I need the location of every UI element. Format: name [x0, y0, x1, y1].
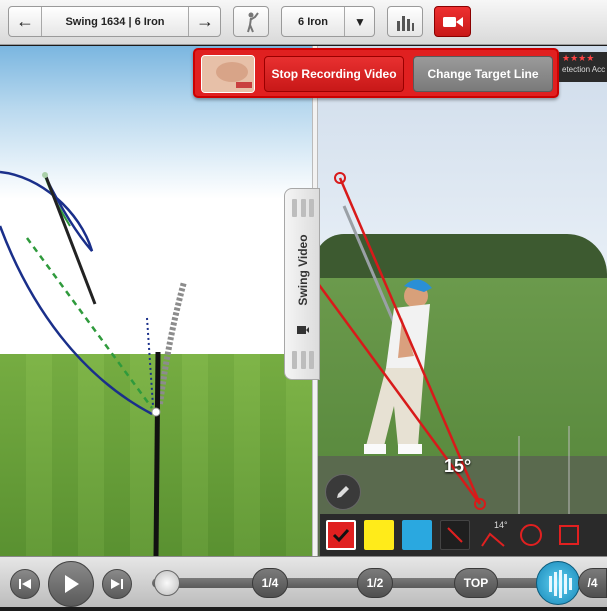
club-selector[interactable]: 6 Iron ▼ [281, 6, 375, 37]
draw-tool-button[interactable] [325, 474, 361, 510]
circle-tool-icon [520, 524, 542, 546]
next-swing-button[interactable]: → [189, 7, 221, 36]
golfer-view-button[interactable] [233, 6, 269, 37]
timeline-scrubber[interactable] [154, 570, 180, 596]
swing-title: Swing 1634 | 6 Iron [65, 15, 165, 28]
swing-navigator: ← Swing 1634 | 6 Iron → [8, 6, 221, 37]
pencil-icon [337, 486, 349, 498]
recording-thumbnail[interactable] [201, 55, 255, 93]
detection-accuracy-caption: etection Acc [562, 65, 606, 74]
circle-tool-button[interactable] [516, 520, 546, 550]
audio-marker-button[interactable] [536, 561, 580, 605]
detection-accuracy-badge: ★★★★ etection Acc [559, 52, 607, 82]
skip-back-icon [19, 579, 31, 589]
timeline-marker-top[interactable]: TOP [454, 568, 498, 598]
timeline-marker-half[interactable]: 1/2 [357, 568, 393, 598]
star-rating: ★★★★ [562, 53, 595, 63]
color-swatch-yellow[interactable] [364, 520, 394, 550]
top-toolbar: ← Swing 1634 | 6 Iron → 6 Iron ▼ [0, 0, 607, 45]
grip-handle-top[interactable] [292, 199, 314, 217]
prev-swing-button[interactable]: ← [9, 7, 41, 36]
rectangle-tool-icon [559, 525, 579, 545]
line-tool-button[interactable] [440, 520, 470, 550]
timeline-marker-right[interactable]: /4 [578, 568, 607, 598]
camera-icon [297, 326, 309, 334]
angle-tool-button[interactable]: 14° [478, 520, 508, 550]
swing-video-view[interactable]: 15° [314, 46, 607, 556]
grip-handle-bottom[interactable] [292, 351, 314, 369]
rectangle-tool-button[interactable] [554, 520, 584, 550]
drawing-palette: 14° [320, 514, 607, 556]
play-button[interactable] [48, 561, 94, 607]
swing-path-graphic [0, 170, 187, 556]
skip-back-button[interactable] [10, 569, 40, 599]
hand-thumbnail-image [202, 56, 254, 92]
video-camera-icon [442, 16, 463, 27]
playback-bar: 1/4 1/2 TOP /4 [0, 556, 607, 607]
skip-forward-button[interactable] [102, 569, 132, 599]
swing-angle-label: 15° [444, 456, 472, 476]
golfer-video-frame [314, 172, 570, 556]
swing-3d-view[interactable] [0, 46, 314, 556]
skip-forward-icon [111, 579, 123, 589]
chevron-down-icon: ▼ [354, 14, 366, 29]
stats-button[interactable] [387, 6, 423, 37]
color-swatch-blue[interactable] [402, 520, 432, 550]
swing-video-tab[interactable]: Swing Video [284, 188, 320, 380]
angle-tool-badge: 14° [494, 520, 508, 530]
play-icon [65, 575, 79, 593]
recording-toolbar: Stop Recording Video Change Target Line [193, 48, 559, 98]
color-swatch-red[interactable] [326, 520, 356, 550]
change-target-line-button[interactable]: Change Target Line [413, 56, 553, 92]
video-camera-button[interactable] [434, 6, 471, 37]
line-tool-icon [447, 527, 463, 543]
waveform-icon [549, 570, 572, 598]
bar-chart-icon [397, 15, 414, 31]
club-selector-value: 6 Iron [298, 15, 328, 28]
timeline-marker-quarter[interactable]: 1/4 [252, 568, 288, 598]
stop-recording-button[interactable]: Stop Recording Video [264, 56, 404, 92]
swing-video-tab-label: Swing Video [296, 234, 310, 306]
checkmark-icon [332, 528, 350, 543]
golfer-icon [247, 11, 259, 32]
